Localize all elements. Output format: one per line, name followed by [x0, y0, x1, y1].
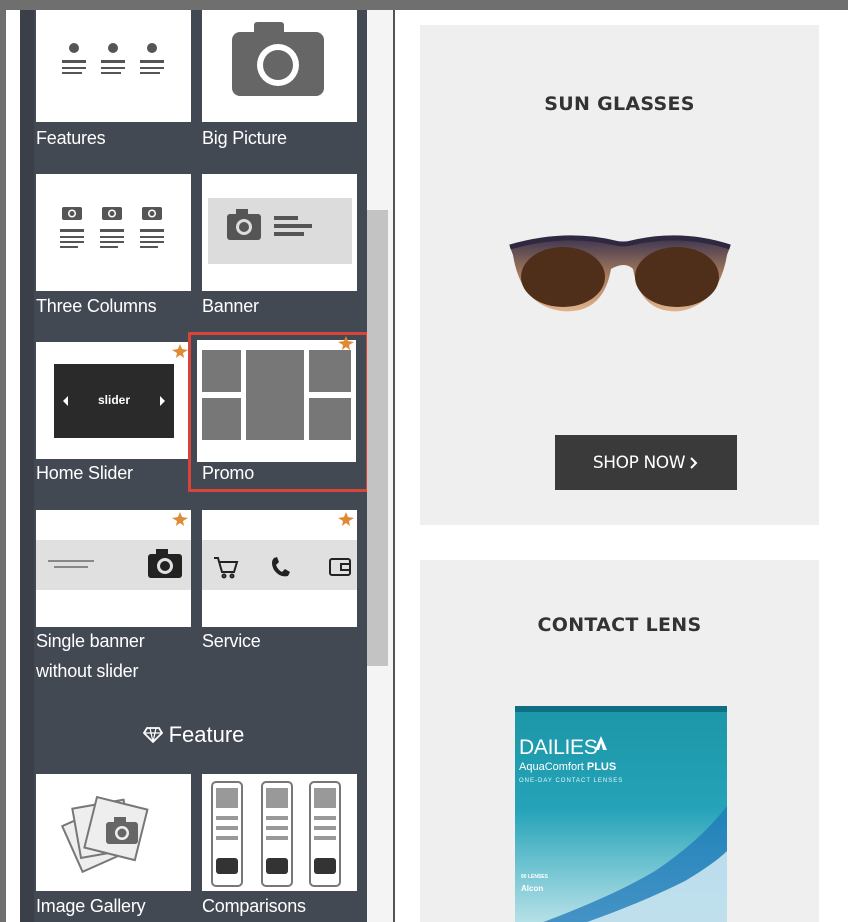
camera-icon	[232, 22, 324, 96]
preview-canvas: SUN GLASSES SHOP NOW CONTACT LENS DAILIE…	[395, 10, 848, 922]
block-label-features: Features	[36, 128, 106, 148]
promo-grid-icon	[202, 350, 351, 440]
box-subtitle: AquaComfort PLUS	[519, 761, 616, 773]
three-columns-icon	[60, 207, 164, 248]
block-label-comparisons: Comparisons	[202, 896, 306, 916]
box-tagline: ONE-DAY CONTACT LENSES	[519, 778, 624, 784]
aqua-drop-icon	[595, 736, 607, 750]
block-three-columns[interactable]	[36, 174, 191, 291]
shop-now-label: SHOP NOW	[592, 452, 686, 473]
box-brand: DAILIES	[519, 736, 598, 759]
block-label-promo: Promo	[202, 463, 255, 483]
page-builder-window: Features Big Picture Three Columns Banne…	[6, 10, 848, 922]
box-subtitle-text: AquaComfort	[519, 761, 584, 773]
block-banner[interactable]	[202, 174, 357, 291]
block-label-image-gallery: Image Gallery	[36, 896, 146, 916]
card-title: SUN GLASSES	[544, 93, 695, 115]
contact-lens-box-image: DAILIES AquaComfort PLUS ONE-DAY CONTACT…	[515, 706, 727, 922]
image-gallery-icon	[60, 795, 149, 874]
block-label-three-columns: Three Columns	[36, 296, 157, 316]
block-label-service: Service	[202, 631, 261, 651]
box-count: 90 LENSES	[521, 874, 548, 880]
box-subtitle-plus: PLUS	[586, 761, 617, 773]
features-icon	[62, 43, 164, 74]
promo-card-contact-lens[interactable]: CONTACT LENS DAILIES AquaComfort PLUS ON…	[420, 560, 819, 922]
block-label-home-slider: Home Slider	[36, 463, 133, 483]
block-single-banner[interactable]	[36, 510, 191, 627]
service-icons	[202, 540, 357, 590]
box-maker: Alcon	[521, 884, 544, 893]
block-label-big-picture: Big Picture	[202, 128, 287, 148]
star-badge-icon	[338, 336, 354, 350]
sidebar-edge	[20, 10, 34, 922]
banner-icon	[208, 198, 352, 264]
chevron-right-icon	[690, 456, 698, 469]
block-home-slider[interactable]: slider	[36, 342, 191, 459]
single-banner-icon	[36, 540, 191, 590]
block-comparisons[interactable]	[202, 774, 357, 891]
box-top-band	[515, 706, 727, 712]
star-badge-icon	[338, 512, 354, 526]
slider-preview: slider	[54, 364, 174, 438]
block-label-single-banner: Single banner	[36, 631, 145, 651]
sunglasses-image	[509, 235, 731, 312]
slider-text: slider	[97, 393, 130, 407]
block-service[interactable]	[202, 510, 357, 627]
diamond-icon	[142, 727, 163, 744]
block-label-single-banner-line2: without slider	[36, 661, 139, 681]
card-title: CONTACT LENS	[537, 614, 702, 636]
block-sidebar: Features Big Picture Three Columns Banne…	[20, 10, 367, 922]
section-heading-feature: Feature	[20, 722, 367, 748]
shop-now-button[interactable]: SHOP NOW	[555, 435, 737, 490]
block-promo[interactable]	[197, 336, 356, 462]
promo-card-sunglasses[interactable]: SUN GLASSES SHOP NOW	[420, 25, 819, 525]
block-big-picture[interactable]	[202, 10, 357, 122]
block-label-banner: Banner	[202, 296, 259, 316]
water-splash-graphic	[543, 806, 727, 922]
block-features[interactable]	[36, 10, 191, 122]
star-badge-icon	[172, 344, 188, 358]
scrollbar-thumb[interactable]	[367, 210, 388, 666]
star-badge-icon	[172, 512, 188, 526]
section-heading-text: Feature	[168, 722, 245, 747]
block-image-gallery[interactable]	[36, 774, 191, 891]
comparisons-icon	[211, 781, 341, 887]
